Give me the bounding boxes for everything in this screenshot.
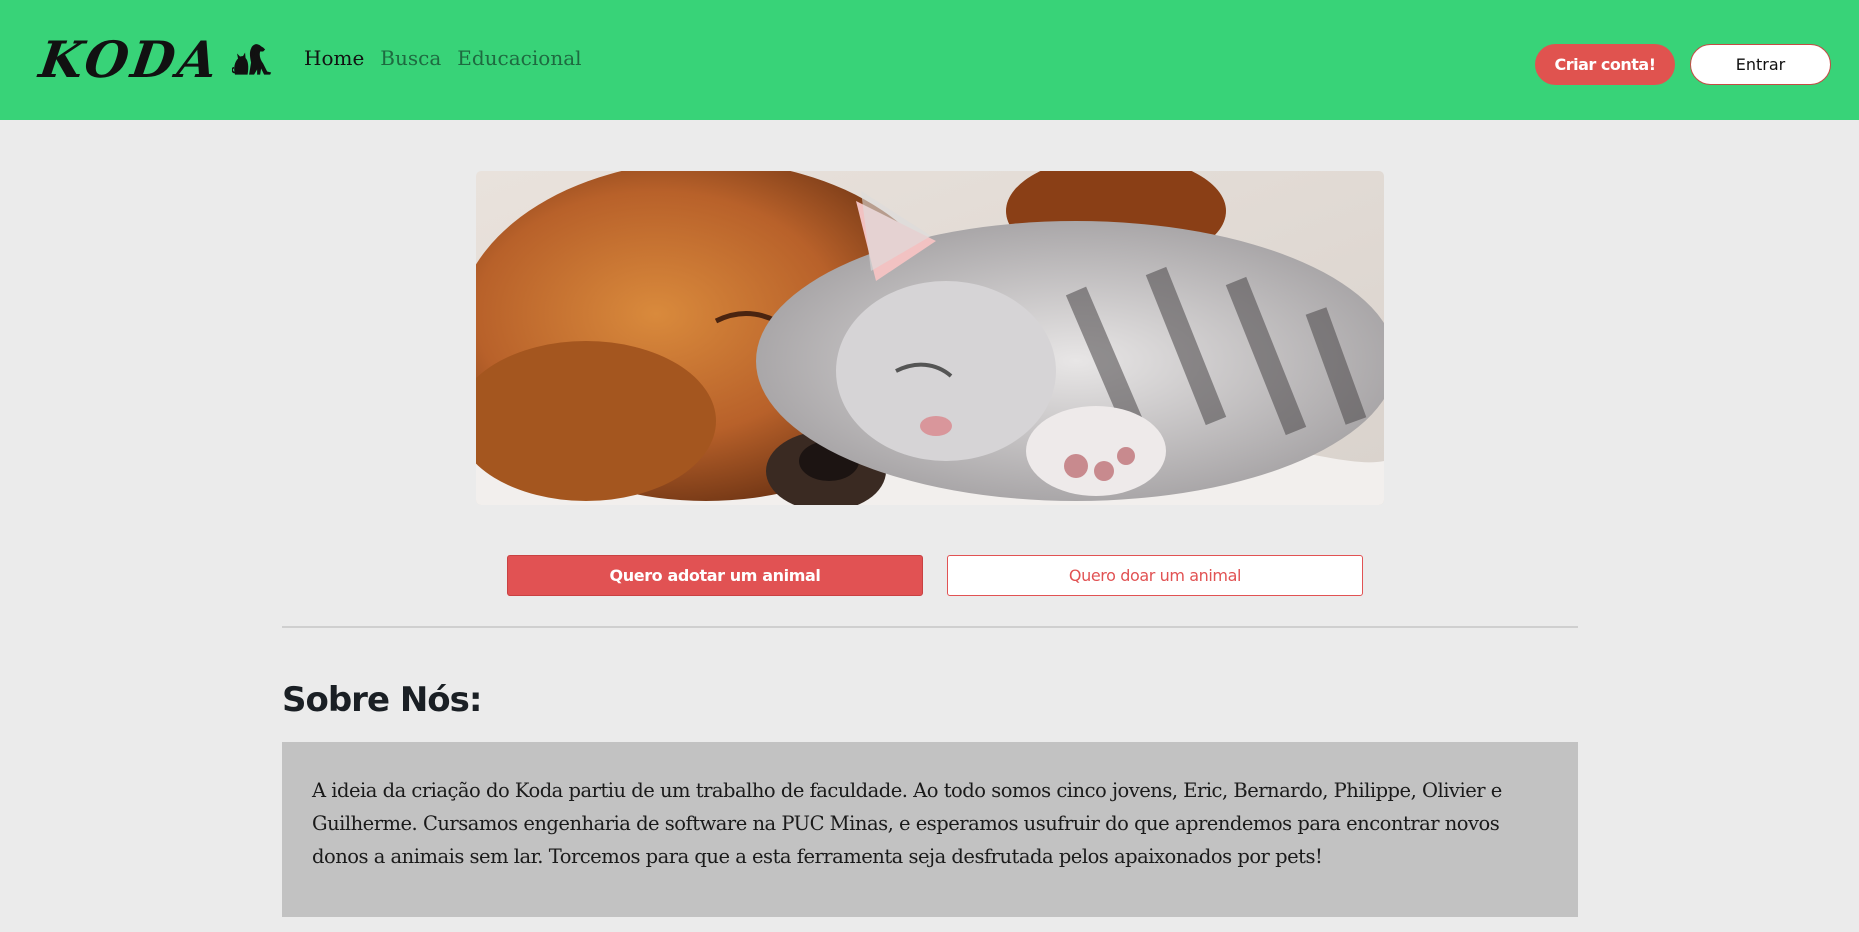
login-button[interactable]: Entrar — [1690, 44, 1831, 85]
puppy-and-kitten-sleeping-photo — [476, 171, 1384, 505]
adopt-animal-button[interactable]: Quero adotar um animal — [507, 555, 923, 596]
about-text: A ideia da criação do Koda partiu de um … — [312, 779, 1502, 868]
nav-link-busca[interactable]: Busca — [380, 46, 441, 70]
main-nav: Home Busca Educacional — [304, 46, 582, 70]
about-box: A ideia da criação do Koda partiu de um … — [282, 742, 1578, 917]
create-account-button[interactable]: Criar conta! — [1535, 44, 1675, 85]
nav-link-educacional[interactable]: Educacional — [457, 46, 581, 70]
nav-link-home[interactable]: Home — [304, 46, 364, 70]
brand-logo[interactable]: KODA — [36, 26, 272, 92]
cat-and-dog-silhouette-icon — [231, 44, 271, 75]
about-title: Sobre Nós: — [282, 680, 482, 720]
hero-image — [476, 171, 1384, 505]
navbar: KODA Home Busca Educacional Criar conta!… — [0, 0, 1859, 120]
brand-name: KODA — [35, 29, 224, 89]
donate-animal-button[interactable]: Quero doar um animal — [947, 555, 1363, 596]
section-divider — [282, 626, 1578, 628]
